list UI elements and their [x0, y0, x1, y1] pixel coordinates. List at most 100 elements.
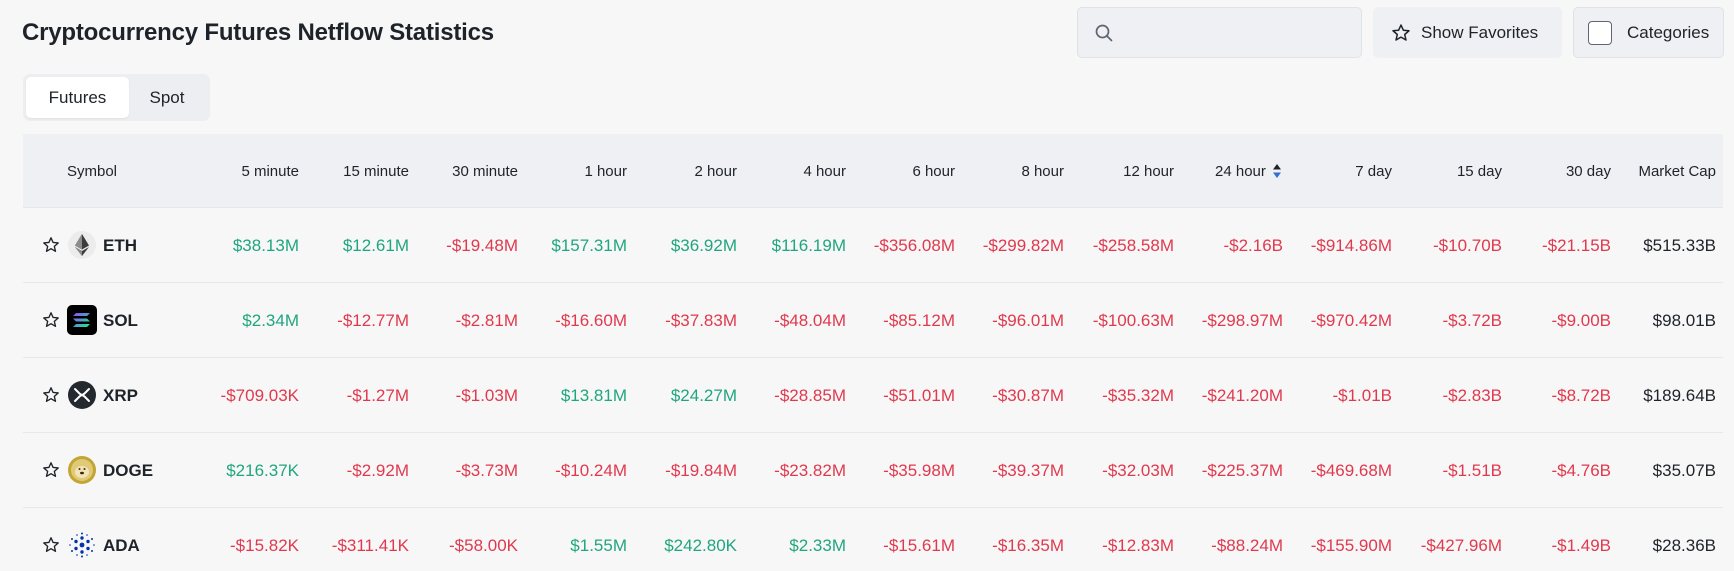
netflow-value: -$1.27M: [346, 385, 409, 405]
netflow-value: $2.33M: [789, 535, 846, 555]
netflow-value: -$356.08M: [873, 235, 955, 255]
netflow-value: $12.61M: [342, 235, 409, 255]
netflow-value: -$1.51B: [1442, 460, 1502, 480]
netflow-value: -$1.49B: [1551, 535, 1611, 555]
netflow-value: $24.27M: [670, 385, 737, 405]
netflow-value: -$88.24M: [1211, 535, 1283, 555]
market-cap-value: $189.64B: [1643, 385, 1716, 405]
netflow-value: -$225.37M: [1201, 460, 1283, 480]
table-header: Symbol 5 minute 15 minute 30 minute 1 ho…: [23, 134, 1723, 208]
table-row[interactable]: SOL $2.34M -$12.77M -$2.81M -$16.60M -$37.83M…: [23, 283, 1723, 358]
column-header-1h[interactable]: 1 hour: [518, 134, 627, 208]
netflow-value: -$15.61M: [883, 535, 955, 555]
netflow-value: -$3.72B: [1442, 310, 1502, 330]
column-header-market-cap[interactable]: Market Cap: [1611, 134, 1716, 208]
column-header-4h[interactable]: 4 hour: [737, 134, 846, 208]
market-type-tabs: Futures Spot: [23, 74, 210, 121]
netflow-value: -$1.01B: [1332, 385, 1392, 405]
categories-button[interactable]: Categories: [1573, 7, 1724, 58]
favorite-star-icon[interactable]: [42, 536, 60, 554]
netflow-value: -$1.03M: [455, 385, 518, 405]
netflow-value: -$258.58M: [1092, 235, 1174, 255]
tab-spot[interactable]: Spot: [129, 77, 205, 118]
netflow-value: -$19.48M: [446, 235, 518, 255]
netflow-value: -$16.35M: [992, 535, 1064, 555]
netflow-value: -$48.04M: [774, 310, 846, 330]
netflow-value: $36.92M: [670, 235, 737, 255]
favorite-star-icon[interactable]: [42, 236, 60, 254]
column-header-5m[interactable]: 5 minute: [175, 134, 299, 208]
sol-icon: [67, 305, 97, 335]
table-row[interactable]: ETH $38.13M $12.61M -$19.48M $157.31M $36.92M…: [23, 208, 1723, 283]
netflow-value: -$155.90M: [1310, 535, 1392, 555]
column-header-8h[interactable]: 8 hour: [955, 134, 1064, 208]
table-row[interactable]: DOGE $216.37K -$2.92M -$3.73M -$10.24M -$19.8…: [23, 433, 1723, 508]
netflow-value: -$914.86M: [1310, 235, 1392, 255]
netflow-table: Symbol 5 minute 15 minute 30 minute 1 ho…: [23, 134, 1723, 571]
netflow-value: -$10.24M: [555, 460, 627, 480]
ada-icon: [67, 530, 97, 560]
symbol-label[interactable]: SOL: [103, 283, 138, 358]
xrp-icon: [67, 380, 97, 410]
search-box[interactable]: [1077, 7, 1362, 58]
symbol-label[interactable]: XRP: [103, 358, 138, 433]
favorite-star-icon[interactable]: [42, 461, 60, 479]
table-row[interactable]: XRP -$709.03K -$1.27M -$1.03M $13.81M $24.27M…: [23, 358, 1723, 433]
netflow-value: -$96.01M: [992, 310, 1064, 330]
netflow-value: -$35.32M: [1102, 385, 1174, 405]
netflow-value: -$298.97M: [1201, 310, 1283, 330]
netflow-value: -$51.01M: [883, 385, 955, 405]
netflow-value: -$2.83B: [1442, 385, 1502, 405]
favorite-star-icon[interactable]: [42, 386, 60, 404]
netflow-value: -$4.76B: [1551, 460, 1611, 480]
table-body: ETH $38.13M $12.61M -$19.48M $157.31M $36.92M…: [23, 208, 1723, 571]
netflow-value: -$970.42M: [1310, 310, 1392, 330]
search-icon: [1095, 24, 1113, 41]
netflow-value: $38.13M: [232, 235, 299, 255]
netflow-value: -$32.03M: [1102, 460, 1174, 480]
categories-checkbox[interactable]: [1588, 20, 1612, 45]
netflow-value: -$8.72B: [1551, 385, 1611, 405]
column-header-6h[interactable]: 6 hour: [846, 134, 955, 208]
netflow-value: -$30.87M: [992, 385, 1064, 405]
netflow-value: -$19.84M: [665, 460, 737, 480]
netflow-value: $157.31M: [551, 235, 627, 255]
column-header-12h[interactable]: 12 hour: [1064, 134, 1174, 208]
netflow-value: -$35.98M: [883, 460, 955, 480]
column-header-30m[interactable]: 30 minute: [409, 134, 518, 208]
netflow-value: -$427.96M: [1420, 535, 1502, 555]
page-title: Cryptocurrency Futures Netflow Statistic…: [22, 19, 494, 46]
netflow-value: $116.19M: [771, 235, 846, 255]
search-input[interactable]: [1126, 23, 1346, 42]
market-cap-value: $35.07B: [1652, 460, 1716, 480]
netflow-value: -$10.70B: [1433, 235, 1502, 255]
tab-futures[interactable]: Futures: [26, 77, 129, 118]
netflow-value: $216.37K: [226, 460, 299, 480]
netflow-value: -$299.82M: [982, 235, 1064, 255]
eth-icon: [67, 230, 97, 260]
column-header-2h[interactable]: 2 hour: [627, 134, 737, 208]
netflow-value: -$2.16B: [1223, 235, 1283, 255]
column-header-15m[interactable]: 15 minute: [299, 134, 409, 208]
column-header-15d[interactable]: 15 day: [1392, 134, 1502, 208]
symbol-label[interactable]: ADA: [103, 508, 140, 571]
netflow-value: $242.80K: [664, 535, 737, 555]
show-favorites-button[interactable]: Show Favorites: [1373, 7, 1562, 58]
table-row[interactable]: ADA -$15.82K -$311.41K -$58.00K $1.55M $242.8…: [23, 508, 1723, 571]
column-header-symbol[interactable]: Symbol: [67, 134, 117, 208]
netflow-value: -$39.37M: [992, 460, 1064, 480]
netflow-value: -$2.81M: [455, 310, 518, 330]
netflow-value: -$241.20M: [1201, 385, 1283, 405]
symbol-label[interactable]: ETH: [103, 208, 137, 283]
netflow-value: -$28.85M: [774, 385, 846, 405]
netflow-value: -$3.73M: [455, 460, 518, 480]
favorite-star-icon[interactable]: [42, 311, 60, 329]
column-header-30d[interactable]: 30 day: [1502, 134, 1611, 208]
column-header-7d[interactable]: 7 day: [1283, 134, 1392, 208]
netflow-value: -$85.12M: [883, 310, 955, 330]
categories-label: Categories: [1627, 22, 1710, 42]
netflow-value: -$9.00B: [1551, 310, 1611, 330]
netflow-value: -$311.41K: [331, 535, 409, 555]
symbol-label[interactable]: DOGE: [103, 433, 153, 508]
doge-icon: [67, 455, 97, 485]
